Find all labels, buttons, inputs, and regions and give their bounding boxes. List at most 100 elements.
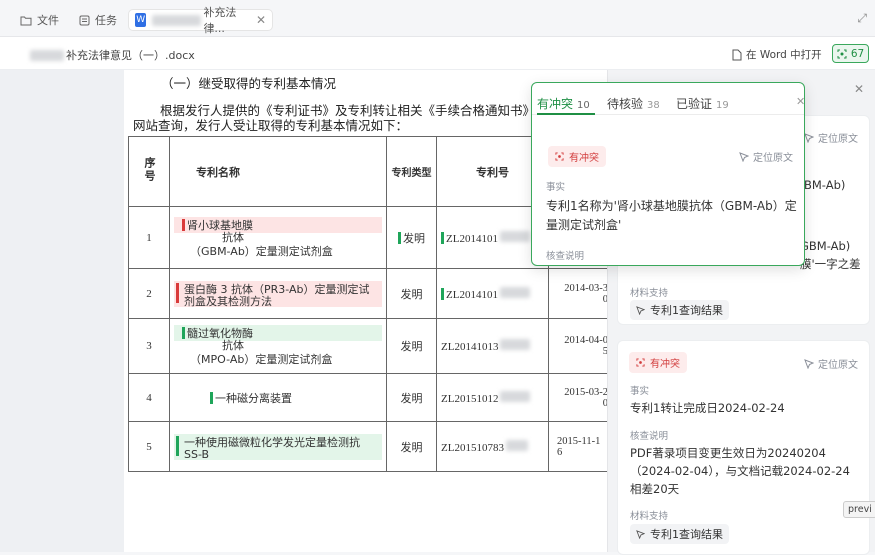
redacted-text xyxy=(499,286,530,298)
header-no: 序号 xyxy=(128,136,170,207)
locate-icon xyxy=(804,358,814,369)
verified-marker xyxy=(176,435,179,456)
material-label: 材料支持 xyxy=(630,511,669,522)
locate-icon xyxy=(739,151,749,162)
patent-name-text: （MPO-Ab）定量测定试剂盒 xyxy=(190,353,333,366)
tab-bar: 文件 任务 W 补充法律... ✕ ⤢ xyxy=(0,0,875,37)
verified-marker xyxy=(182,327,185,339)
locate-label: 定位原文 xyxy=(818,360,858,371)
date-cell: 2015-11-16 xyxy=(548,421,611,472)
locate-icon xyxy=(636,305,645,315)
material-label: 材料支持 xyxy=(630,288,669,299)
header-type: 专利类型 xyxy=(386,136,437,207)
popup-tab-verified[interactable]: 已验证 19 xyxy=(676,95,729,112)
locate-source-button[interactable]: 定位原文 xyxy=(804,356,858,371)
panel-close-icon[interactable]: ✕ xyxy=(854,82,864,96)
issue-card[interactable]: 有冲突 定位原文 事实 专利1转让完成日2024-02-24 核查说明 PDF著… xyxy=(617,340,870,555)
table-row: 3 髓过氧化物酶 抗体 （MPO-Ab）定量测定试剂盒 发明 ZL2014101… xyxy=(128,318,611,374)
patent-type-cell: 发明 xyxy=(386,206,437,269)
open-in-word-button[interactable]: 在 Word 中打开 xyxy=(732,47,822,62)
patent-name-text: 肾小球基地膜 xyxy=(187,218,253,232)
redacted-text xyxy=(30,49,64,61)
patent-name-cell[interactable]: 蛋白酶 3 抗体（PR3-Ab）定量测定试 剂盒及其检测方法 xyxy=(169,268,387,319)
verified-marker xyxy=(441,287,444,300)
patent-name-cell[interactable]: 髓过氧化物酶 抗体 （MPO-Ab）定量测定试剂盒 xyxy=(169,318,387,374)
tab-tasks[interactable]: 任务 xyxy=(79,9,117,31)
scan-icon xyxy=(837,49,847,58)
conflict-badge: 有冲突 xyxy=(629,352,687,373)
patent-name-text: 剂盒及其检测方法 xyxy=(184,294,272,308)
patent-name-cell[interactable]: 一种使用磁微粒化学发光定量检测抗 SS-B xyxy=(169,421,387,472)
verified-marker xyxy=(441,231,444,244)
folder-icon xyxy=(20,16,32,25)
document-icon xyxy=(732,49,742,60)
redacted-text xyxy=(499,230,530,242)
row-no: 4 xyxy=(128,373,170,422)
issues-count-button[interactable]: 67 xyxy=(832,44,869,63)
patent-type-cell: 发明 xyxy=(386,373,437,422)
scan-icon xyxy=(636,358,645,367)
conflict-marker xyxy=(176,282,179,303)
material-chip[interactable]: 专利1查询结果 xyxy=(630,524,729,544)
date-cell: 2015-03-20 xyxy=(548,373,611,422)
table-row: 5 一种使用磁微粒化学发光定量检测抗 SS-B 发明 ZL201510783 20… xyxy=(128,421,611,472)
patent-name-cell[interactable]: 一种磁分离装置 xyxy=(169,373,387,422)
tab-tasks-label: 任务 xyxy=(95,14,117,27)
material-chip-label: 专利1查询结果 xyxy=(650,304,723,317)
paragraph-line-2: 网站查询，发行人受让取得的专利基本情况如下： xyxy=(133,118,409,133)
redacted-text xyxy=(500,339,531,350)
conflict-badge: 有冲突 xyxy=(548,146,606,167)
conflict-badge-label: 有冲突 xyxy=(569,153,599,164)
header-name: 专利名称 xyxy=(169,136,387,207)
expand-icon[interactable]: ⤢ xyxy=(857,11,867,26)
patent-name-text: SS-B xyxy=(184,447,210,461)
patent-name-cell[interactable]: 肾小球基地膜 抗体 （GBM-Ab）定量测定试剂盒 xyxy=(169,206,387,269)
check-text-fragment: 膜'一字之差 xyxy=(800,257,861,271)
locate-source-button[interactable]: 定位原文 xyxy=(739,149,793,164)
fact-text: 专利1转让完成日2024-02-24 xyxy=(630,401,785,415)
fact-label: 事实 xyxy=(546,182,566,193)
table-row: 2 蛋白酶 3 抗体（PR3-Ab）定量测定试 剂盒及其检测方法 发明 ZL201… xyxy=(128,268,611,319)
popup-tab-conflict[interactable]: 有冲突 10 xyxy=(537,95,590,112)
tab-files[interactable]: 文件 xyxy=(20,9,59,31)
check-label: 核查说明 xyxy=(546,251,585,262)
locate-label: 定位原文 xyxy=(818,134,858,145)
issue-popup: 有冲突 10 待核验 38 已验证 19 ✕ 有冲突 定位原文 事实 专利1名称为'肾… xyxy=(531,82,805,266)
popup-tab-pending[interactable]: 待核验 38 xyxy=(607,95,660,112)
patent-type-cell: 发明 xyxy=(386,268,437,319)
popup-close-icon[interactable]: ✕ xyxy=(796,95,805,108)
patent-name-text: 一种磁分离装置 xyxy=(215,391,292,405)
document-toolbar: 补充法律意见（一）.docx 在 Word 中打开 67 xyxy=(0,37,875,70)
preview-tag[interactable]: previ xyxy=(843,501,875,518)
fact-text: 专利1名称为'肾小球基地膜抗体（GBM-Ab）定量测定试剂盒' xyxy=(546,199,797,232)
check-text: （2024-02-04），与文档记载2024-02-24 xyxy=(630,464,850,478)
tab-document-label: 补充法律... xyxy=(203,6,237,35)
verified-marker xyxy=(210,391,213,404)
active-tab-indicator xyxy=(537,113,595,115)
check-text-fragment: GBM-Ab) xyxy=(800,239,851,253)
locate-source-button[interactable]: 定位原文 xyxy=(804,130,858,145)
section-heading: （一）继受取得的专利基本情况 xyxy=(161,76,337,91)
word-doc-icon: W xyxy=(135,13,147,27)
redacted-text xyxy=(500,390,531,402)
tab-close-icon[interactable]: ✕ xyxy=(256,13,266,27)
locate-icon xyxy=(804,132,814,143)
table-row: 4 一种磁分离装置 发明 ZL20151012 2015-03-20 xyxy=(128,373,611,422)
fact-text-fragment: BM-Ab) xyxy=(804,178,846,192)
material-chip-label: 专利1查询结果 xyxy=(650,528,723,541)
issues-count: 67 xyxy=(850,47,865,60)
material-chip[interactable]: 专利1查询结果 xyxy=(630,300,729,320)
row-no: 3 xyxy=(128,318,170,374)
patent-name-text: 抗体 xyxy=(222,339,244,352)
conflict-marker xyxy=(182,218,185,231)
task-icon xyxy=(79,15,90,25)
patent-no-cell: ZL20151012 xyxy=(436,373,549,422)
patent-no-cell: ZL20141013 xyxy=(436,318,549,374)
row-no: 1 xyxy=(128,206,170,269)
document-filename: 补充法律意见（一）.docx xyxy=(66,49,195,62)
check-text: 相差20天 xyxy=(630,482,680,496)
verified-marker xyxy=(398,231,401,244)
tab-files-label: 文件 xyxy=(37,14,59,27)
patent-type-cell: 发明 xyxy=(386,421,437,472)
tab-document[interactable]: W 补充法律... ✕ xyxy=(128,6,273,35)
